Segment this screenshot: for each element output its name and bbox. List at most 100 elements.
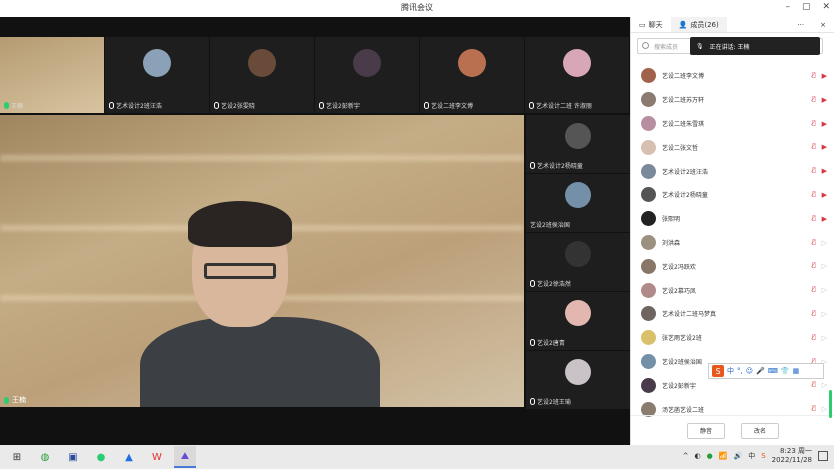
member-row[interactable]: 艺设二班李文博 🎙̸ ▶ <box>631 64 831 88</box>
mute-all-button[interactable]: 静音 <box>687 422 725 439</box>
member-avatar <box>641 68 656 84</box>
camera-on-icon[interactable]: ▶ <box>822 120 827 128</box>
member-row[interactable]: 艺设二张文哲 🎙̸ ▶ <box>631 135 831 159</box>
clock[interactable]: 8:23 周一 2022/11/28 <box>772 447 812 465</box>
mic-muted-icon[interactable]: 🎙̸ <box>812 72 816 80</box>
camera-on-icon[interactable]: ▶ <box>822 167 827 175</box>
punctuation-icon[interactable]: °, <box>737 367 743 375</box>
top-video-tile[interactable]: 艺设二班李文博 <box>420 37 524 113</box>
tray-green-icon[interactable]: ● <box>707 452 713 460</box>
sogou-tray-icon[interactable]: S <box>761 452 765 460</box>
side-video-tile[interactable]: 艺术设计2杨晓童 <box>526 115 630 173</box>
mic-muted-icon[interactable]: 🎙̸ <box>812 215 816 223</box>
close-panel-button[interactable]: × <box>812 17 834 32</box>
top-video-tile[interactable]: 艺设2张雯晓 <box>210 37 314 113</box>
side-video-tile[interactable]: 艺设2班王瑜 <box>526 351 630 409</box>
mic-off-icon <box>529 102 534 109</box>
more-button[interactable]: ··· <box>789 17 812 32</box>
mic-muted-icon[interactable]: 🎙̸ <box>812 120 816 128</box>
side-video-tile[interactable]: 艺设2班侯治国 <box>526 174 630 232</box>
camera-on-icon[interactable]: ▶ <box>822 143 827 151</box>
toolbox-icon[interactable]: ▦ <box>793 367 800 375</box>
skin-icon[interactable]: 👕 <box>781 367 790 375</box>
top-video-tile[interactable]: 艺设2彭新宇 <box>315 37 419 113</box>
tray-app-icon[interactable]: ◐ <box>695 452 701 460</box>
close-icon[interactable]: ✕ <box>822 2 830 12</box>
tab-chat[interactable]: ▭ 聊天 <box>631 17 671 32</box>
windows-start-icon[interactable]: ⊞ <box>6 446 28 468</box>
camera-on-icon[interactable]: ▶ <box>822 215 827 223</box>
mic-muted-icon[interactable]: 🎙̸ <box>812 239 816 247</box>
mic-muted-icon[interactable]: 🎙̸ <box>812 262 816 270</box>
camera-off-icon[interactable]: ▷ <box>822 239 827 247</box>
ime-mode[interactable]: 中 <box>727 366 734 376</box>
member-row[interactable]: 艺设2冯跃欢 🎙̸ ▷ <box>631 254 831 278</box>
member-name: 艺设2班侯治国 <box>662 358 702 366</box>
mic-muted-icon[interactable]: 🎙̸ <box>812 96 816 104</box>
app-blue-icon[interactable]: ▣ <box>62 446 84 468</box>
member-name: 艺术设计二班马梦真 <box>662 311 717 319</box>
wps-icon[interactable]: W <box>146 446 168 468</box>
ime-toolbar[interactable]: S 中 °, ☺ 🎤 ⌨ 👕 ▦ <box>708 363 824 379</box>
member-row[interactable]: 张艺雨艺设2班 🎙̸ ▷ <box>631 326 831 350</box>
voice-icon[interactable]: 🎤 <box>756 367 765 375</box>
window-title: 腾讯会议 <box>401 3 433 12</box>
main-video[interactable]: 王楠 <box>0 115 524 407</box>
mic-muted-icon[interactable]: 🎙̸ <box>812 286 816 294</box>
mic-muted-icon[interactable]: 🎙̸ <box>812 191 816 199</box>
member-avatar <box>641 92 656 108</box>
restore-icon[interactable]: ▢ <box>802 2 811 12</box>
volume-icon[interactable]: 🔊 <box>733 452 742 460</box>
member-row[interactable]: 艺术设计二班马梦真 🎙̸ ▷ <box>631 302 831 326</box>
member-name: 艺设二班李文博 <box>662 73 705 81</box>
member-row[interactable]: 艺设2慕巧凤 🎙̸ ▷ <box>631 278 831 302</box>
emoji-icon[interactable]: ☺ <box>746 367 753 375</box>
member-row[interactable]: 艺设二班朱雪琪 🎙̸ ▶ <box>631 112 831 136</box>
member-row[interactable]: 张熙明 🎙̸ ▶ <box>631 207 831 231</box>
member-list-scrollbar[interactable] <box>829 390 832 418</box>
participant-name: 艺设二班李文博 <box>424 101 473 110</box>
mic-muted-icon[interactable]: 🎙̸ <box>812 167 816 175</box>
member-row[interactable]: 刘洪森 🎙̸ ▷ <box>631 231 831 255</box>
top-video-tile[interactable]: 艺术设计2班汪浩 <box>105 37 209 113</box>
camera-on-icon[interactable]: ▶ <box>822 191 827 199</box>
top-video-tile[interactable]: 王楠 <box>0 37 104 113</box>
camera-off-icon[interactable]: ▷ <box>822 334 827 342</box>
camera-off-icon[interactable]: ▷ <box>822 310 827 318</box>
mic-muted-icon[interactable]: 🎙̸ <box>812 143 816 151</box>
mic-muted-icon[interactable]: 🎙̸ <box>812 310 816 318</box>
tab-members[interactable]: 👤 成员(26) <box>670 17 727 32</box>
top-video-tile[interactable]: 艺术设计二班 许淑丽 <box>525 37 629 113</box>
minimize-icon[interactable]: – <box>785 2 790 12</box>
search-icon <box>642 42 649 49</box>
notification-icon[interactable] <box>818 451 828 461</box>
side-video-tile[interactable]: 艺设2唐青 <box>526 292 630 350</box>
wechat-icon[interactable]: ● <box>90 446 112 468</box>
participant-name: 王楠 <box>4 101 23 110</box>
mic-muted-icon[interactable]: 🎙̸ <box>812 381 816 389</box>
mic-muted-icon[interactable]: 🎙̸ <box>812 405 816 413</box>
ime-tray-icon[interactable]: 中 <box>748 451 755 461</box>
camera-on-icon[interactable]: ▶ <box>822 72 827 80</box>
side-video-column: 艺术设计2杨晓童 艺设2班侯治国 艺设2徐浩然 艺设2唐青 艺设2班王瑜 <box>526 115 630 409</box>
camera-off-icon[interactable]: ▷ <box>822 381 827 389</box>
camera-off-icon[interactable]: ▷ <box>822 262 827 270</box>
tray-up-icon[interactable]: ^ <box>683 452 689 460</box>
network-icon[interactable]: 📶 <box>719 452 728 460</box>
meeting-active-icon[interactable]: ⛰ <box>174 446 196 468</box>
member-row[interactable]: 艺术设计2班汪浩 🎙̸ ▶ <box>631 159 831 183</box>
camera-off-icon[interactable]: ▷ <box>822 405 827 413</box>
keyboard-icon[interactable]: ⌨ <box>768 367 778 375</box>
member-avatar <box>641 115 656 131</box>
member-name: 艺设二班朱雪琪 <box>662 120 705 128</box>
app-green-icon[interactable]: ◍ <box>34 446 56 468</box>
mic-off-icon <box>530 162 535 169</box>
tencent-meeting-icon[interactable]: ▲ <box>118 446 140 468</box>
member-row[interactable]: 艺设二班苏万轩 🎙̸ ▶ <box>631 88 831 112</box>
member-row[interactable]: 艺术设计2杨晓童 🎙̸ ▶ <box>631 183 831 207</box>
camera-on-icon[interactable]: ▶ <box>822 96 827 104</box>
camera-off-icon[interactable]: ▷ <box>822 286 827 294</box>
mic-muted-icon[interactable]: 🎙̸ <box>812 334 816 342</box>
side-video-tile[interactable]: 艺设2徐浩然 <box>526 233 630 291</box>
rename-button[interactable]: 改名 <box>741 422 779 439</box>
